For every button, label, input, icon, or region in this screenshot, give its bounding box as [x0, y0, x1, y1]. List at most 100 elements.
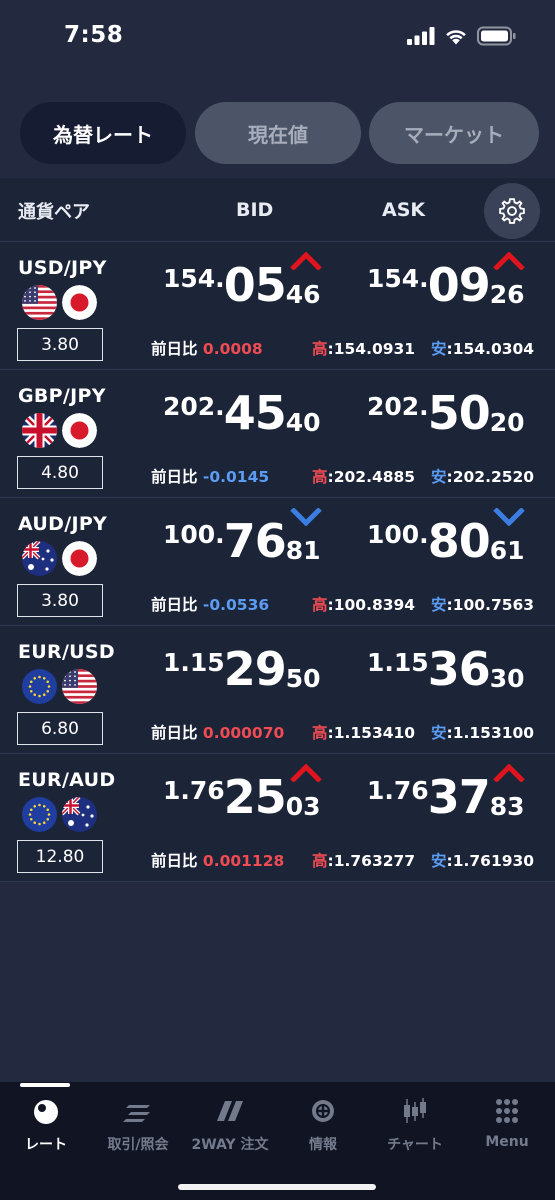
high-stat: 高:1.153410 [312, 721, 415, 743]
change-stat: 前日比 -0.0145 [151, 465, 269, 487]
low-stat: 安:154.0304 [431, 337, 534, 359]
low-label: 安 [431, 852, 447, 870]
au-flag-icon [62, 797, 97, 832]
rate-icon [34, 1100, 58, 1124]
ask-price-big: 50 [427, 386, 491, 440]
currency-pair-name: USD/JPY [18, 257, 107, 279]
high-label: 高 [312, 468, 328, 486]
currency-pair-name: GBP/JPY [18, 385, 106, 407]
bid-price-small: 46 [285, 280, 321, 309]
rate-row[interactable]: EUR/AUD 12.80 1.76 25 03 1.76 37 83 前日比 0.001128… [0, 754, 555, 882]
tab-market[interactable]: マーケット [369, 102, 539, 164]
menu-grid-icon [496, 1099, 518, 1123]
tabbar-menu[interactable]: Menu [461, 1092, 553, 1162]
tab-indicator [20, 1083, 70, 1087]
spread-box: 6.80 [17, 712, 103, 745]
change-stat: 前日比 0.0008 [151, 337, 263, 359]
bid-price-head: 100. [163, 520, 225, 549]
jp-flag-icon [62, 285, 97, 320]
us-flag-icon [22, 285, 57, 320]
ask-price-big: 37 [427, 770, 491, 824]
flags [22, 669, 102, 705]
tabbar-rate[interactable]: レート [0, 1092, 92, 1162]
bid-price-big: 76 [223, 514, 287, 568]
change-stat: 前日比 0.000070 [151, 721, 284, 743]
tabbar-label: Menu [485, 1134, 529, 1150]
low-label: 安 [431, 340, 447, 358]
rate-tabs: 為替レート 現在値 マーケット [20, 102, 540, 164]
rate-row[interactable]: EUR/USD 6.80 1.15 29 50 1.15 36 30 前日比 0.000070 高… [0, 626, 555, 754]
gear-icon [499, 198, 525, 224]
status-bar: 7:58 [0, 0, 555, 78]
ask-price-head: 100. [367, 520, 429, 549]
ask-price-small: 26 [489, 280, 525, 309]
high-value: :154.0931 [327, 340, 416, 358]
arrow-down-icon [493, 508, 525, 526]
ask-price-head: 1.15 [367, 648, 429, 677]
status-icons [407, 26, 517, 46]
chart-icon [404, 1098, 426, 1123]
spread-box: 4.80 [17, 456, 103, 489]
spread-box: 12.80 [17, 840, 103, 873]
high-stat: 高:1.763277 [312, 849, 415, 871]
low-value: :202.2520 [446, 468, 535, 486]
header-ask: ASK [382, 199, 426, 221]
eu-flag-icon [22, 669, 57, 704]
tabbar-trade[interactable]: 取引/照会 [92, 1092, 184, 1162]
flags [22, 797, 102, 833]
low-label: 安 [431, 724, 447, 742]
change-stat: 前日比 -0.0536 [151, 593, 269, 615]
arrow-up-icon [493, 252, 525, 270]
tab-exchange-rate[interactable]: 為替レート [20, 102, 186, 164]
us-flag-icon [62, 669, 97, 704]
change-value: 0.001128 [202, 852, 285, 870]
twoway-icon [217, 1101, 243, 1121]
bottom-tab-bar: レート 取引/照会 2WAY 注文 情報 チャート Menu [0, 1082, 555, 1200]
flags [22, 413, 102, 449]
change-label: 前日比 [151, 724, 203, 742]
tabbar-chart[interactable]: チャート [369, 1092, 461, 1162]
battery-icon [477, 26, 516, 46]
header-currency-pair: 通貨ペア [18, 202, 90, 223]
bid-price-big: 05 [223, 258, 287, 312]
spread-box: 3.80 [17, 328, 103, 361]
tab-current-price[interactable]: 現在値 [195, 102, 361, 164]
tabbar-2way[interactable]: 2WAY 注文 [184, 1092, 276, 1162]
wifi-icon [446, 30, 466, 45]
signal-icon [407, 27, 435, 45]
rate-row[interactable]: GBP/JPY 4.80 202. 45 40 202. 50 20 前日比 -0.0145 高:… [0, 370, 555, 498]
rate-row[interactable]: AUD/JPY 3.80 100. 76 81 100. 80 61 前日比 -0.0536 高:… [0, 498, 555, 626]
bid-price-small: 40 [285, 408, 321, 437]
ask-price-small: 20 [489, 408, 525, 437]
tabbar-label: 2WAY 注文 [191, 1137, 269, 1153]
arrow-up-icon [290, 764, 322, 782]
currency-pair-name: AUD/JPY [18, 513, 108, 535]
bid-price-big: 29 [223, 642, 287, 696]
tabbar-info[interactable]: 情報 [277, 1092, 369, 1162]
change-label: 前日比 [151, 596, 203, 614]
low-label: 安 [431, 596, 447, 614]
low-stat: 安:100.7563 [431, 593, 534, 615]
low-label: 安 [431, 468, 447, 486]
ask-price-big: 80 [427, 514, 491, 568]
low-value: :1.761930 [446, 852, 535, 870]
currency-pair-name: EUR/AUD [18, 769, 116, 791]
bid-price-small: 03 [285, 792, 321, 821]
high-stat: 高:154.0931 [312, 337, 415, 359]
high-value: :100.8394 [327, 596, 416, 614]
rate-row[interactable]: USD/JPY 3.80 154. 05 46 154. 09 26 前日比 0.0008 高:1… [0, 242, 555, 370]
low-stat: 安:202.2520 [431, 465, 534, 487]
flags [22, 541, 102, 577]
low-stat: 安:1.153100 [431, 721, 534, 743]
tabbar-label: 情報 [309, 1137, 337, 1153]
flags [22, 285, 102, 321]
rate-list: 通貨ペア BID ASK USD/JPY 3.80 154. 05 46 154. 09 26… [0, 178, 555, 882]
ask-price-head: 202. [367, 392, 429, 421]
trade-icon [123, 1105, 150, 1122]
high-label: 高 [312, 852, 328, 870]
eu-flag-icon [22, 797, 57, 832]
change-label: 前日比 [151, 852, 203, 870]
settings-button[interactable] [484, 183, 540, 239]
jp-flag-icon [62, 541, 97, 576]
uk-flag-icon [22, 413, 57, 448]
